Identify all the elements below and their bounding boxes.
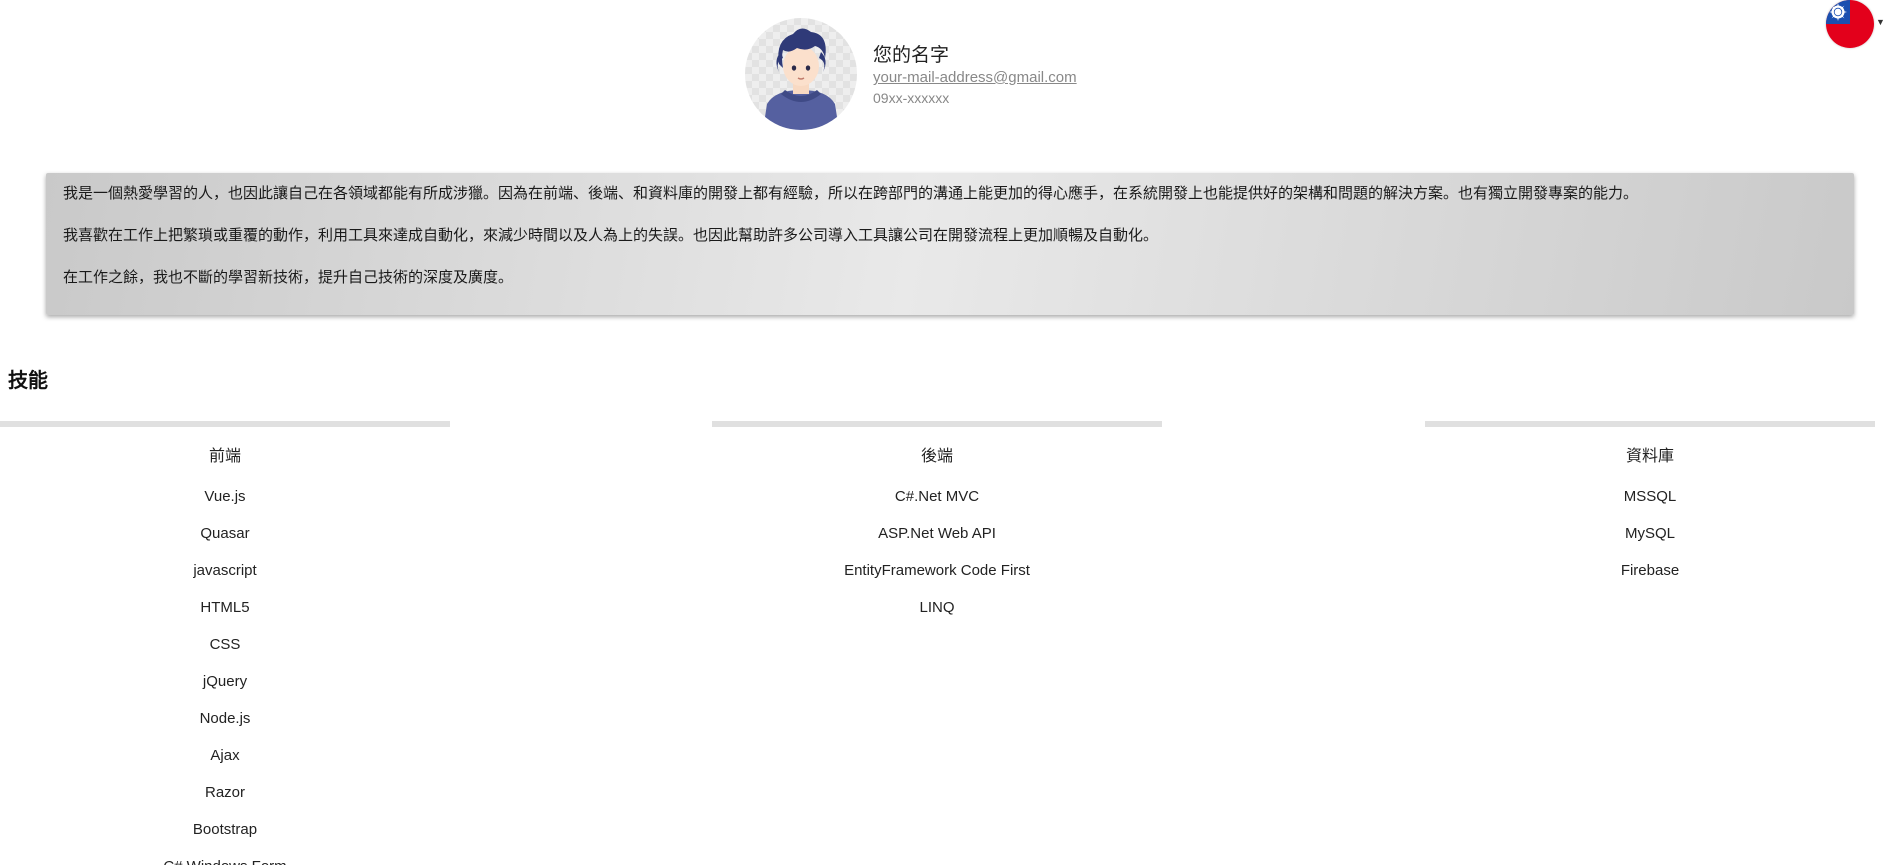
column-title: 前端: [208, 448, 241, 465]
contact-info: 您的名字 your-mail-address@gmail.com 09xx-xx…: [873, 18, 1077, 108]
skill-item: Bootstrap: [192, 821, 258, 838]
phone-number: 09xx-xxxxxx: [873, 90, 950, 106]
skill-item: C#.Net MVC: [894, 488, 980, 505]
skill-list: Vue.js Quasar javascript HTML5 CSS jQuer…: [0, 478, 450, 865]
avatar-illustration-icon: [763, 28, 839, 130]
skills-column-database: 資料庫 MSSQL MySQL Firebase: [1425, 421, 1875, 589]
language-selector[interactable]: ▼: [1826, 0, 1885, 48]
skill-item: jQuery: [202, 673, 248, 690]
skill-item: Firebase: [1620, 562, 1680, 579]
column-title: 資料庫: [1625, 448, 1674, 465]
column-divider: [1425, 421, 1875, 427]
column-divider: [0, 421, 450, 427]
chevron-down-icon: ▼: [1876, 17, 1885, 27]
skills-column-backend: 後端 C#.Net MVC ASP.Net Web API EntityFram…: [712, 421, 1162, 626]
skill-item: Quasar: [200, 525, 250, 542]
skill-item: ASP.Net Web API: [878, 525, 996, 542]
skill-item: HTML5: [200, 599, 250, 616]
skill-item: LINQ: [919, 599, 955, 616]
skill-item: Vue.js: [204, 488, 246, 505]
intro-paragraph: 我是一個熱愛學習的人，也因此讓自己在各領域都能有所成涉獵。因為在前端、後端、和資…: [63, 185, 1639, 202]
avatar: [745, 18, 857, 130]
resume-page: 您的名字 your-mail-address@gmail.com 09xx-xx…: [0, 0, 1904, 865]
skill-item: MySQL: [1624, 525, 1675, 542]
skill-item: EntityFramework Code First: [844, 562, 1030, 579]
taiwan-flag-icon: [1826, 0, 1874, 48]
skills-column-frontend: 前端 Vue.js Quasar javascript HTML5 CSS jQ…: [0, 421, 450, 865]
skill-item: javascript: [193, 562, 257, 579]
skill-item: Node.js: [199, 710, 251, 727]
skill-item: Ajax: [210, 747, 240, 764]
email-link[interactable]: your-mail-address@gmail.com: [873, 68, 1077, 88]
intro-paragraph: 我喜歡在工作上把繁瑣或重覆的動作，利用工具來達成自動化，來減少時間以及人為上的失…: [63, 227, 1159, 244]
skill-item: MSSQL: [1623, 488, 1677, 505]
intro-paragraph: 在工作之餘，我也不斷的學習新技術，提升自己技術的深度及廣度。: [63, 269, 514, 286]
column-divider: [712, 421, 1162, 427]
profile-name: 您的名字: [873, 45, 950, 66]
skill-item: CSS: [209, 636, 241, 653]
intro-card: 我是一個熱愛學習的人，也因此讓自己在各領域都能有所成涉獵。因為在前端、後端、和資…: [46, 173, 1854, 315]
skill-list: C#.Net MVC ASP.Net Web API EntityFramewo…: [712, 478, 1162, 626]
column-title: 後端: [920, 448, 953, 465]
skill-item: Razor: [204, 784, 245, 801]
skill-item: C# Windows Form: [0, 848, 450, 865]
profile-header: 您的名字 your-mail-address@gmail.com 09xx-xx…: [745, 18, 1077, 130]
skill-list: MSSQL MySQL Firebase: [1425, 478, 1875, 589]
skills-heading: 技能: [8, 370, 48, 392]
